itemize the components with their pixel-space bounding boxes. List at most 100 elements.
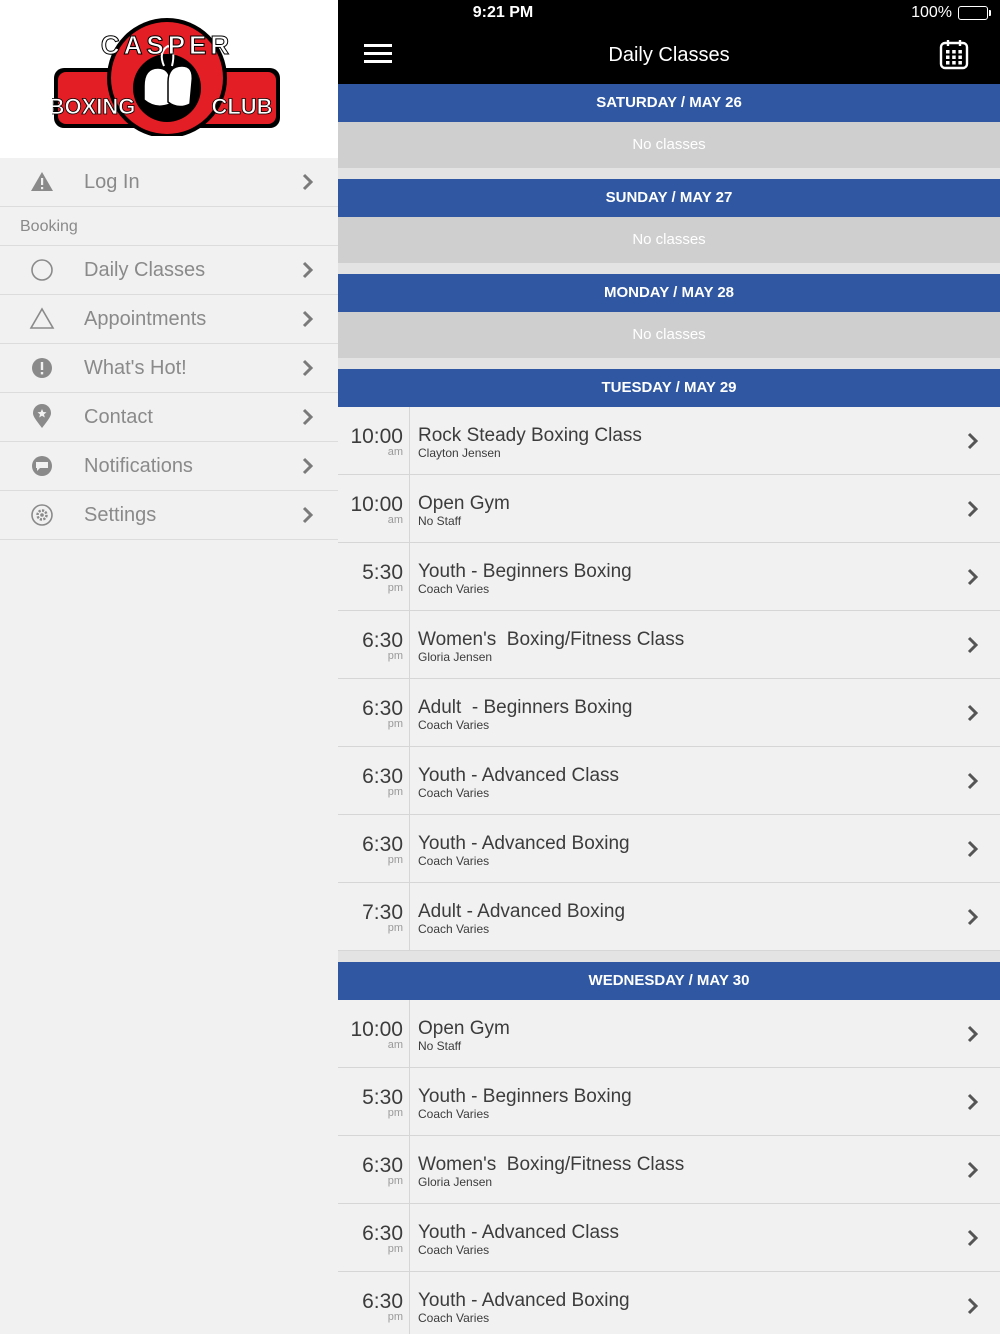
class-row[interactable]: 10:00 am Open Gym No Staff <box>338 1000 1000 1068</box>
class-info: Youth - Advanced Class Coach Varies <box>410 747 958 814</box>
sidebar-item-login[interactable]: Log In <box>0 158 338 207</box>
sidebar-item-notifications[interactable]: Notifications <box>0 442 338 491</box>
sidebar-item-label: Notifications <box>84 454 193 477</box>
class-row[interactable]: 6:30 pm Youth - Advanced Class Coach Varies <box>338 747 1000 815</box>
class-row[interactable]: 6:30 pm Youth - Advanced Boxing Coach Varie… <box>338 815 1000 883</box>
sidebar-item-whats-hot[interactable]: What's Hot! <box>0 344 338 393</box>
warning-icon <box>0 169 84 195</box>
chevron-right-icon <box>296 358 320 378</box>
class-row[interactable]: 6:30 pm Women's Boxing/Fitness Class Gloria… <box>338 1136 1000 1204</box>
sidebar-item-label: Log In <box>84 170 140 193</box>
class-row[interactable]: 10:00 am Rock Steady Boxing Class Clayton J… <box>338 407 1000 475</box>
main-panel: 9:21 PM 100% Daily Classes SATURDAY / MA… <box>338 0 1000 1334</box>
section-gap <box>338 168 1000 179</box>
class-name: Adult - Advanced Boxing <box>418 901 626 922</box>
sidebar-item-contact[interactable]: Contact <box>0 393 338 442</box>
chevron-right-icon <box>296 505 320 525</box>
day-header: MONDAY / MAY 28 <box>338 274 1000 312</box>
class-time: 6:30 pm <box>338 1272 410 1334</box>
exclamation-icon <box>0 355 84 381</box>
class-info: Youth - Beginners Boxing Coach Varies <box>410 1068 958 1135</box>
class-time-ampm: am <box>387 1039 403 1051</box>
class-time-ampm: pm <box>387 1243 403 1255</box>
class-time: 10:00 am <box>338 407 410 474</box>
class-row[interactable]: 7:30 pm Adult - Advanced Boxing Coach Varie… <box>338 883 1000 951</box>
svg-text:BOXING: BOXING <box>52 94 135 119</box>
class-time-ampm: am <box>387 446 403 458</box>
class-time: 10:00 am <box>338 1000 410 1067</box>
class-staff: Coach Varies <box>418 786 490 800</box>
svg-text:CASPER: CASPER <box>101 30 233 60</box>
chevron-right-icon <box>958 611 988 678</box>
chevron-right-icon <box>958 1272 988 1334</box>
section-gap <box>338 358 1000 369</box>
class-time-ampm: pm <box>387 1311 403 1323</box>
chat-bubble-icon <box>0 453 84 479</box>
class-staff: Clayton Jensen <box>418 446 501 460</box>
class-time-ampm: am <box>387 514 403 526</box>
day-header: WEDNESDAY / MAY 30 <box>338 962 1000 1000</box>
class-time: 5:30 pm <box>338 1068 410 1135</box>
no-classes-label: No classes <box>338 122 1000 168</box>
class-time-value: 6:30 <box>362 833 403 856</box>
class-staff: Coach Varies <box>418 854 490 868</box>
chevron-right-icon <box>296 172 320 192</box>
class-row[interactable]: 6:30 pm Women's Boxing/Fitness Class Gloria… <box>338 611 1000 679</box>
class-name: Rock Steady Boxing Class <box>418 425 642 446</box>
class-info: Youth - Advanced Class Coach Varies <box>410 1204 958 1271</box>
class-row[interactable]: 5:30 pm Youth - Beginners Boxing Coach Vari… <box>338 1068 1000 1136</box>
status-battery: 100% <box>911 4 991 22</box>
class-name: Open Gym <box>418 1018 510 1039</box>
class-staff: Coach Varies <box>418 1107 490 1121</box>
class-info: Adult - Beginners Boxing Coach Varies <box>410 679 958 746</box>
class-name: Women's Boxing/Fitness Class <box>418 1154 685 1175</box>
class-name: Youth - Advanced Class <box>418 765 620 786</box>
casper-boxing-club-logo: CASPER BOXING CLUB <box>52 18 280 136</box>
status-time: 9:21 PM <box>472 4 534 21</box>
sidebar-item-settings[interactable]: Settings <box>0 491 338 540</box>
battery-percent: 100% <box>911 4 952 21</box>
class-row[interactable]: 6:30 pm Youth - Advanced Boxing Coach Varie… <box>338 1272 1000 1334</box>
no-classes-label: No classes <box>338 217 1000 263</box>
calendar-icon[interactable] <box>938 38 970 70</box>
class-staff: Coach Varies <box>418 922 490 936</box>
chevron-right-icon <box>958 815 988 882</box>
class-time-ampm: pm <box>387 1175 403 1187</box>
class-name: Open Gym <box>418 493 510 514</box>
class-name: Youth - Beginners Boxing <box>418 561 632 582</box>
class-time-ampm: pm <box>387 1107 403 1119</box>
class-row[interactable]: 5:30 pm Youth - Beginners Boxing Coach Vari… <box>338 543 1000 611</box>
class-time: 6:30 pm <box>338 747 410 814</box>
section-gap <box>338 263 1000 274</box>
sidebar: CASPER BOXING CLUB Log In Booking Daily … <box>0 0 338 1334</box>
class-time-value: 6:30 <box>362 1222 403 1245</box>
class-row[interactable]: 6:30 pm Adult - Beginners Boxing Coach Vari… <box>338 679 1000 747</box>
class-row[interactable]: 10:00 am Open Gym No Staff <box>338 475 1000 543</box>
chevron-right-icon <box>296 260 320 280</box>
sidebar-item-label: Appointments <box>84 307 207 330</box>
chevron-right-icon <box>958 1204 988 1271</box>
day-header: SATURDAY / MAY 26 <box>338 84 1000 122</box>
day-header: SUNDAY / MAY 27 <box>338 179 1000 217</box>
schedule-list: SATURDAY / MAY 26 No classes SUNDAY / MAY … <box>338 84 1000 1334</box>
class-time-value: 10:00 <box>350 425 403 448</box>
class-staff: Coach Varies <box>418 718 490 732</box>
class-staff: No Staff <box>418 1039 462 1053</box>
class-row[interactable]: 6:30 pm Youth - Advanced Class Coach Varies <box>338 1204 1000 1272</box>
class-time-value: 6:30 <box>362 1154 403 1177</box>
class-name: Adult - Beginners Boxing <box>418 697 633 718</box>
class-staff: No Staff <box>418 514 462 528</box>
gear-icon <box>0 502 84 528</box>
chevron-right-icon <box>958 407 988 474</box>
class-time: 5:30 pm <box>338 543 410 610</box>
sidebar-item-daily-classes[interactable]: Daily Classes <box>0 246 338 295</box>
sidebar-item-appointments[interactable]: Appointments <box>0 295 338 344</box>
class-time-value: 10:00 <box>350 493 403 516</box>
class-time-value: 6:30 <box>362 1290 403 1313</box>
class-info: Adult - Advanced Boxing Coach Varies <box>410 883 958 950</box>
no-classes-label: No classes <box>338 312 1000 358</box>
chevron-right-icon <box>958 1068 988 1135</box>
class-name: Youth - Advanced Boxing <box>418 1290 630 1311</box>
class-time-value: 6:30 <box>362 697 403 720</box>
class-time-ampm: pm <box>387 582 403 594</box>
